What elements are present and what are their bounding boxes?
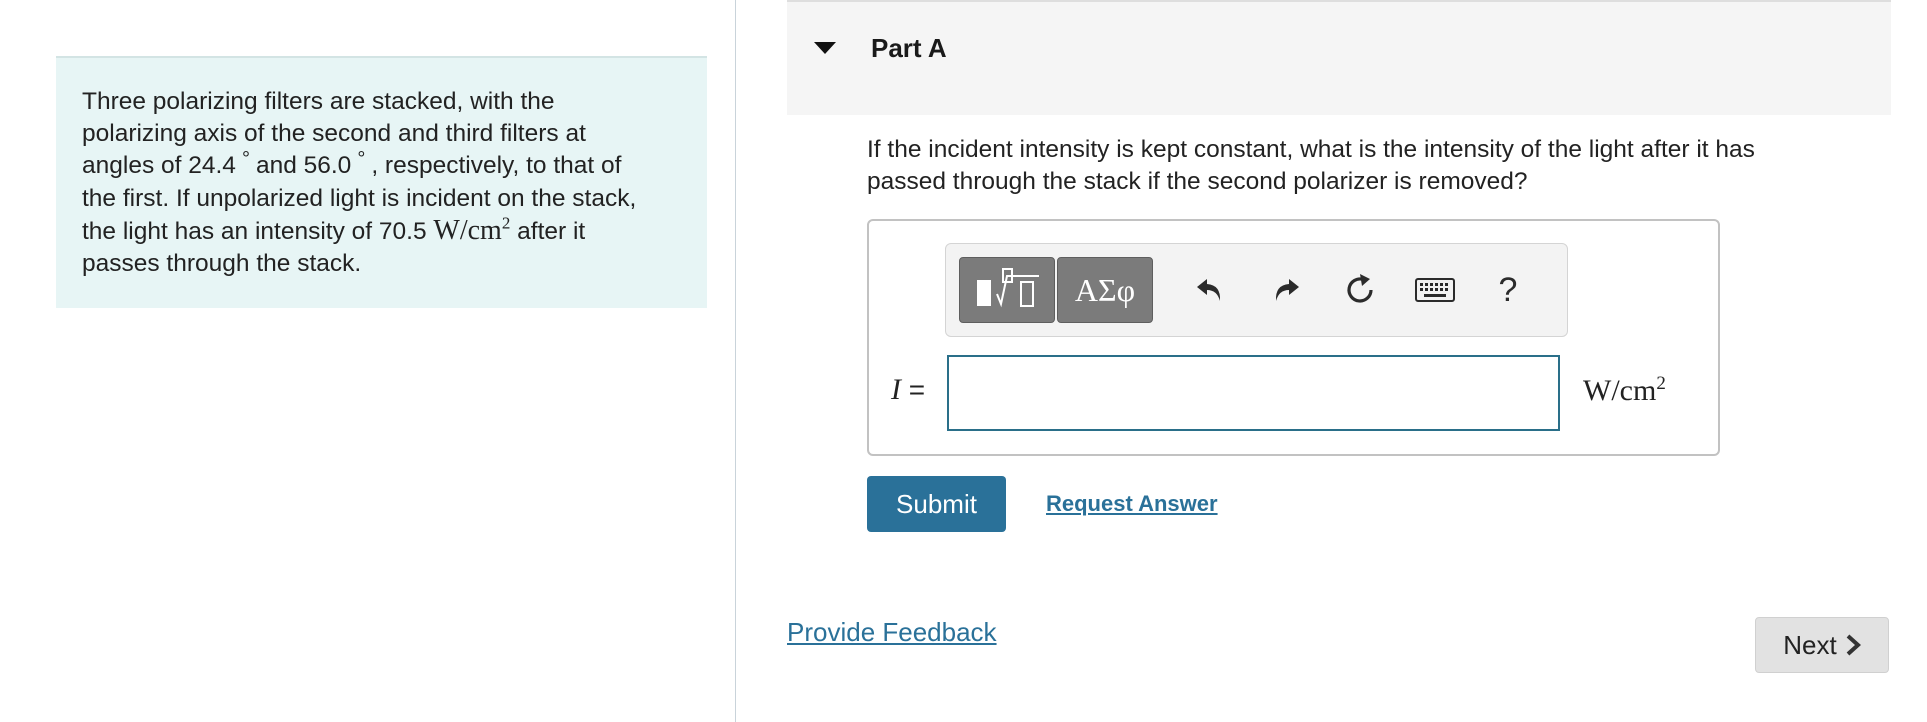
answer-unit-exponent: 2 (1656, 373, 1666, 394)
intensity-unit: W/cm2 (433, 215, 510, 246)
chevron-right-icon (1846, 634, 1861, 656)
problem-line-4: the first. If unpolarized light is incid… (82, 185, 637, 212)
redo-icon[interactable] (1264, 268, 1308, 312)
part-header[interactable]: Part A (787, 0, 1891, 115)
problem-statement: Three polarizing filters are stacked, wi… (56, 56, 707, 308)
answer-unit-base: W/cm (1583, 374, 1657, 407)
question-line-1: If the incident intensity is kept consta… (867, 136, 1755, 163)
collapse-caret-icon[interactable] (814, 42, 836, 54)
equals-sign: = (908, 374, 926, 405)
answer-unit: W/cm2 (1583, 374, 1666, 408)
symbols-button[interactable]: ΑΣφ (1057, 257, 1153, 323)
degree-symbol: ° (357, 148, 366, 170)
degree-symbol: ° (241, 148, 250, 170)
problem-text: after it (517, 218, 586, 245)
unit-exponent: 2 (501, 213, 511, 233)
problem-line-6: passes through the stack. (82, 250, 362, 277)
variable-symbol: I (891, 373, 901, 406)
reset-icon[interactable] (1338, 268, 1382, 312)
problem-text: and 56.0 (255, 152, 352, 179)
problem-line-1: Three polarizing filters are stacked, wi… (82, 88, 555, 115)
part-title: Part A (871, 33, 947, 63)
request-answer-link[interactable]: Request Answer (1046, 491, 1218, 517)
symbols-label: ΑΣφ (1074, 271, 1136, 308)
problem-line-2: polarizing axis of the second and third … (82, 120, 586, 147)
problem-panel: Three polarizing filters are stacked, wi… (0, 0, 736, 722)
answer-input[interactable] (947, 355, 1560, 431)
provide-feedback-link[interactable]: Provide Feedback (787, 617, 997, 648)
variable-label: I = (891, 373, 925, 407)
unit-base: W/cm (433, 215, 502, 246)
next-label: Next (1783, 629, 1837, 660)
next-button[interactable]: Next (1755, 617, 1889, 673)
help-icon[interactable]: ? (1486, 268, 1530, 312)
problem-text: , respectively, to that of (371, 152, 622, 179)
problem-line-5: the light has an intensity of 70.5 W/cm2… (82, 215, 681, 248)
question-text: If the incident intensity is kept consta… (867, 134, 1827, 198)
undo-icon[interactable] (1188, 268, 1232, 312)
keyboard-icon[interactable] (1413, 268, 1457, 312)
templates-icon (977, 268, 1039, 308)
question-line-2: passed through the stack if the second p… (867, 168, 1528, 195)
templates-button[interactable] (959, 257, 1055, 323)
problem-text: the light has an intensity of 70.5 (82, 218, 427, 245)
math-toolbar: ΑΣφ ? (945, 243, 1568, 337)
problem-text: angles of 24.4 (82, 152, 236, 179)
submit-button[interactable]: Submit (867, 476, 1006, 532)
problem-line-3: angles of 24.4 ° and 56.0 °, respectively, … (82, 148, 681, 183)
help-label: ? (1498, 270, 1518, 309)
